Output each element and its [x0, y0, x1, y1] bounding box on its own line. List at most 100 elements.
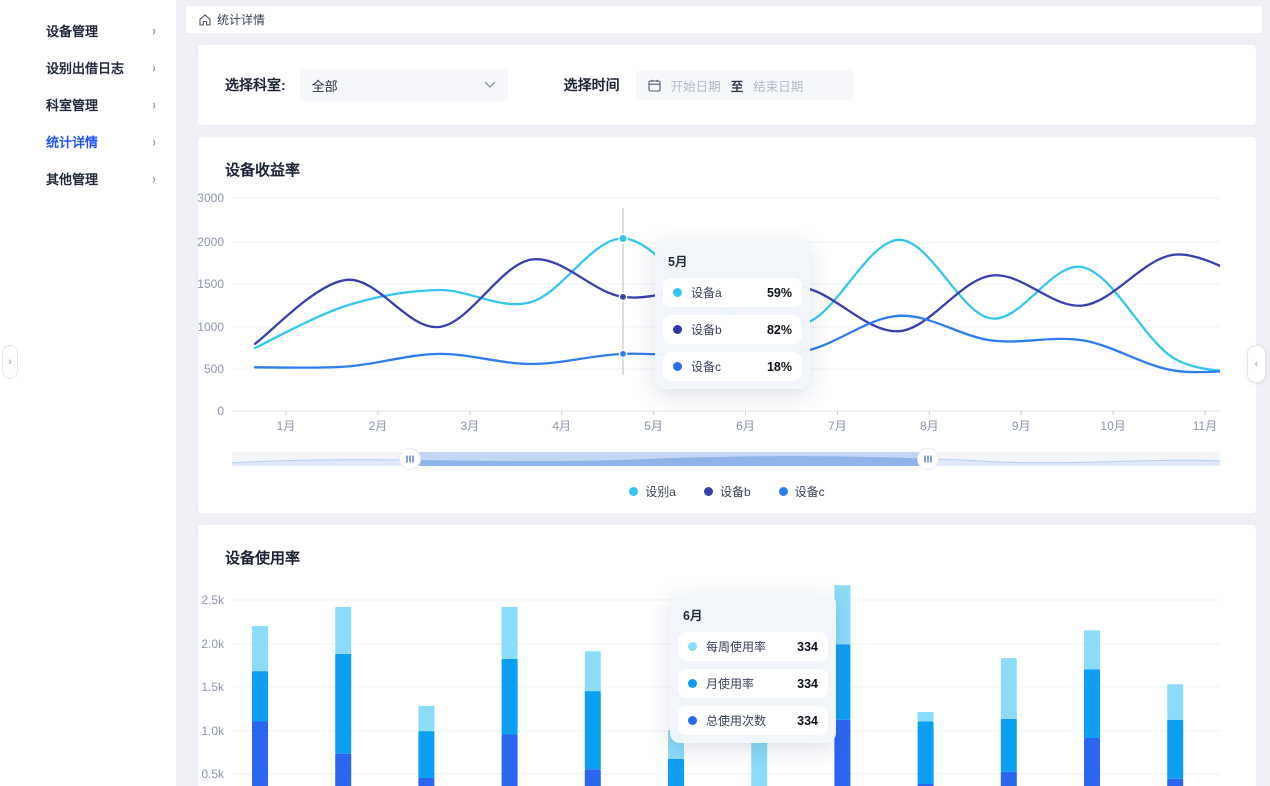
sidebar-item-label: 其他管理 — [46, 169, 98, 188]
tooltip-series-value: 334 — [797, 640, 818, 654]
sidebar-item-label: 设别出借日志 — [46, 58, 124, 77]
bar-segment[interactable] — [418, 778, 434, 786]
bar-segment[interactable] — [1084, 669, 1100, 738]
y-axis-label: 1.0k — [201, 724, 225, 738]
bar-segment[interactable] — [252, 671, 268, 721]
bar-segment[interactable] — [585, 691, 601, 769]
bar-segment[interactable] — [585, 651, 601, 691]
bar-segment[interactable] — [834, 644, 850, 720]
home-icon — [198, 13, 212, 27]
legend-item-1[interactable]: 设别a — [629, 483, 676, 500]
sidebar-item-3[interactable]: 科室管理› — [0, 86, 176, 123]
bar-segment[interactable] — [834, 585, 850, 644]
bar-segment[interactable] — [1167, 779, 1183, 786]
slider-handle[interactable] — [918, 449, 939, 470]
sidebar-item-2[interactable]: 设别出借日志› — [0, 49, 176, 86]
x-axis-label: 2月 — [369, 419, 388, 433]
date-to-label: 至 — [731, 76, 744, 95]
series-dot-icon — [673, 362, 682, 371]
tooltip-row: 设备a 59% — [663, 278, 802, 307]
tooltip-series-label: 设备c — [691, 358, 721, 375]
x-axis-label: 1月 — [277, 419, 296, 433]
sidebar-item-1[interactable]: 设备管理› — [0, 12, 176, 49]
tooltip-series-label: 设备a — [691, 284, 722, 301]
calendar-icon — [648, 79, 661, 92]
legend-item-2[interactable]: 设备b — [704, 483, 751, 500]
bar-segment[interactable] — [1167, 720, 1183, 779]
breadcrumb-label: 统计详情 — [217, 11, 265, 28]
chevron-right-icon: › — [152, 22, 155, 39]
y-axis-label: 1.5k — [201, 680, 225, 694]
bar-segment[interactable] — [1084, 738, 1100, 786]
chevron-right-icon: › — [152, 96, 155, 113]
tooltip-header: 5月 — [668, 251, 802, 270]
y-axis-label: 1000 — [198, 320, 224, 334]
bar-segment[interactable] — [502, 607, 518, 659]
tooltip-series-value: 334 — [797, 714, 818, 728]
series-dot-icon — [673, 288, 682, 297]
bar-segment[interactable] — [335, 607, 351, 654]
legend-label: 设备b — [720, 483, 751, 500]
y-axis-label: 0.5k — [201, 767, 225, 781]
slider-handle[interactable] — [400, 449, 421, 470]
bar-segment[interactable] — [335, 654, 351, 754]
collapse-sidebar-button[interactable]: › — [2, 345, 18, 379]
tooltip-series-value: 334 — [797, 677, 818, 691]
bar-segment[interactable] — [668, 759, 684, 786]
legend-dot-icon — [629, 487, 638, 496]
revenue-chart-card: 设备收益率 300020001500100050001月2月3月4月5月6月7月… — [198, 137, 1256, 513]
bar-segment[interactable] — [1084, 630, 1100, 669]
sidebar-item-4[interactable]: 统计详情› — [0, 123, 176, 160]
bar-segment[interactable] — [1001, 719, 1017, 772]
y-axis-label: 1500 — [198, 277, 224, 291]
bar-segment[interactable] — [918, 722, 934, 784]
bar-segment[interactable] — [252, 722, 268, 786]
tooltip-row: 总使用次数 334 — [678, 706, 828, 735]
dept-select-label: 选择科室: — [225, 75, 286, 95]
bar-segment[interactable] — [834, 720, 850, 786]
collapse-panel-button[interactable]: ‹ — [1247, 345, 1266, 383]
tooltip-series-label: 每周使用率 — [706, 638, 766, 655]
bar-segment[interactable] — [1001, 772, 1017, 786]
legend-dot-icon — [779, 487, 788, 496]
date-start-input[interactable]: 开始日期 — [671, 76, 721, 95]
x-axis-label: 4月 — [552, 419, 571, 433]
bar-segment[interactable] — [502, 659, 518, 735]
chevron-right-icon: › — [8, 356, 12, 368]
chevron-down-icon — [484, 78, 496, 92]
bar-segment[interactable] — [252, 626, 268, 671]
bar-segment[interactable] — [418, 731, 434, 778]
hover-point — [619, 350, 626, 357]
x-axis-label: 6月 — [736, 419, 755, 433]
bar-segment[interactable] — [918, 712, 934, 722]
dept-select-value: 全部 — [312, 76, 338, 95]
tooltip-series-label: 总使用次数 — [706, 712, 766, 729]
revenue-chart-title: 设备收益率 — [225, 159, 300, 180]
tooltip-series-value: 18% — [767, 360, 792, 374]
bar-segment[interactable] — [502, 735, 518, 786]
bar-segment[interactable] — [1167, 684, 1183, 720]
tooltip-header: 6月 — [683, 605, 828, 624]
sidebar-item-label: 统计详情 — [46, 132, 98, 151]
date-end-input[interactable]: 结束日期 — [753, 76, 803, 95]
x-axis-label: 8月 — [920, 419, 939, 433]
legend-label: 设备c — [795, 483, 825, 500]
y-axis-label: 2000 — [198, 235, 224, 249]
dept-select[interactable]: 全部 — [300, 69, 508, 101]
main-content: 统计详情 选择科室: 全部 选择时间 开始日期 至 结束日期 设备收益率 300… — [186, 6, 1262, 786]
y-axis-label: 0 — [217, 404, 224, 418]
bar-segment[interactable] — [1001, 658, 1017, 719]
tooltip-series-label: 月使用率 — [706, 675, 754, 692]
usage-tooltip: 6月 每周使用率 334 月使用率 334 总使用次数 334 — [670, 594, 836, 743]
legend-dot-icon — [704, 487, 713, 496]
usage-chart-title: 设备使用率 — [225, 547, 300, 568]
bar-segment[interactable] — [585, 769, 601, 786]
bar-segment[interactable] — [335, 754, 351, 786]
date-range-picker[interactable]: 开始日期 至 结束日期 — [636, 70, 854, 100]
revenue-tooltip: 5月 设备a59%设备b82%设备c18% — [655, 240, 810, 389]
x-axis-label: 3月 — [460, 419, 479, 433]
legend-item-3[interactable]: 设备c — [779, 483, 825, 500]
sidebar-item-5[interactable]: 其他管理› — [0, 160, 176, 197]
tooltip-series-value: 59% — [767, 286, 792, 300]
bar-segment[interactable] — [418, 706, 434, 731]
